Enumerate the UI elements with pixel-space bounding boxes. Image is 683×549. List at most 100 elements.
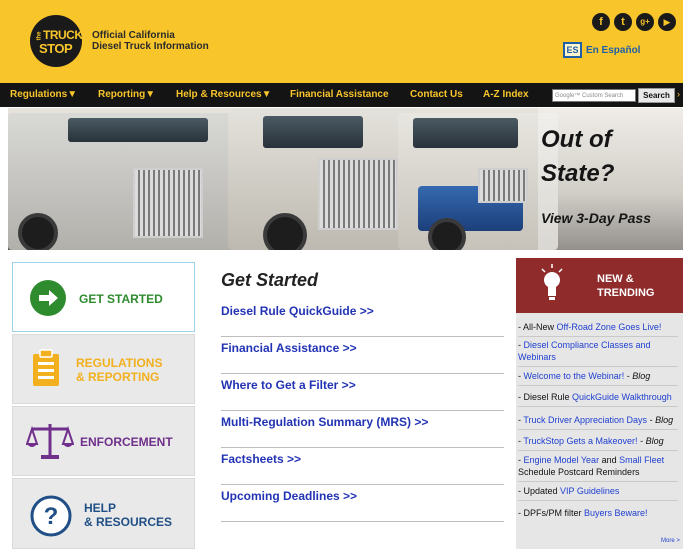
hero-truck-window: [413, 118, 518, 148]
link-label[interactable]: Factsheets >>: [221, 452, 301, 466]
tab-regulations-line1: REGULATIONS: [76, 356, 163, 370]
trending-item-link[interactable]: TruckStop Gets a Makeover!: [523, 436, 637, 446]
hero-truck-wheel: [263, 213, 307, 250]
trending-item-text: - Updated: [518, 486, 561, 496]
link-label[interactable]: Where to Get a Filter >>: [221, 378, 356, 392]
trending-item-tag: Blog: [655, 415, 674, 425]
logo-stop: STOP: [39, 41, 73, 56]
trending-item: - All-New Off-Road Zone Goes Live!: [518, 321, 678, 337]
facebook-icon[interactable]: f: [592, 13, 610, 31]
nav-more-arrow[interactable]: ›: [677, 89, 680, 99]
hero-truck-grille: [318, 158, 398, 230]
nav-help-resources[interactable]: Help & Resources▼: [176, 89, 271, 100]
get-started-title: Get Started: [221, 270, 319, 290]
trending-heading-line1: NEW &: [597, 273, 634, 285]
logo-truck: TRUCK: [43, 28, 83, 42]
logo-the: the: [36, 31, 43, 41]
hero-title-line2: State?: [541, 160, 615, 187]
tab-get-started[interactable]: GET STARTED: [12, 262, 195, 332]
trending-item-link[interactable]: VIP Guidelines: [560, 486, 619, 496]
tab-enforcement-label: ENFORCEMENT: [80, 435, 173, 449]
trending-item-link[interactable]: Truck Driver Appreciation Days: [523, 415, 647, 425]
trending-item-sep: -: [637, 436, 646, 446]
trending-item-link[interactable]: Engine Model Year: [524, 455, 600, 465]
social-links: f t g+ ▶: [592, 13, 676, 31]
link-diesel-quickguide[interactable]: Diesel Rule QuickGuide >>: [221, 300, 504, 337]
lightbulb-icon: [541, 264, 563, 300]
trending-item-text: - All-New: [518, 322, 557, 332]
tab-regulations-label: REGULATIONS & REPORTING: [76, 356, 162, 384]
link-label[interactable]: Upcoming Deadlines >>: [221, 489, 357, 503]
site-header: the TRUCK STOP Official California Diese…: [0, 0, 683, 83]
nav-az-index[interactable]: A-Z Index: [483, 89, 529, 100]
scales-icon: [26, 424, 74, 459]
trending-item-tag: Blog: [632, 371, 651, 381]
youtube-icon[interactable]: ▶: [658, 13, 676, 31]
link-label[interactable]: Financial Assistance >>: [221, 341, 357, 355]
trending-item-link[interactable]: QuickGuide Walkthrough: [572, 392, 672, 402]
trending-heading-line2: TRENDING: [597, 287, 655, 299]
site-tagline: Official California Diesel Truck Informa…: [92, 30, 209, 52]
twitter-icon[interactable]: t: [614, 13, 632, 31]
trending-item-link[interactable]: Welcome to the Webinar!: [524, 371, 625, 381]
hero-title-line1: Out of: [541, 126, 612, 153]
trending-item-sep: -: [647, 415, 656, 425]
trending-item-text: - Diesel Rule: [518, 392, 573, 402]
tab-regulations-line2: & REPORTING: [76, 370, 160, 384]
trending-item: - TruckStop Gets a Makeover! - Blog: [518, 435, 678, 451]
google-plus-icon[interactable]: g+: [636, 13, 654, 31]
link-factsheets[interactable]: Factsheets >>: [221, 448, 504, 485]
tagline-line1: Official California: [92, 30, 175, 41]
hero-truck-wheel: [18, 213, 58, 250]
tab-help-label: HELP & RESOURCES: [84, 501, 172, 529]
search-button[interactable]: Search: [638, 88, 675, 103]
tab-help-line2: & RESOURCES: [84, 515, 173, 529]
nav-reporting[interactable]: Reporting▼: [98, 89, 155, 100]
truckstop-logo[interactable]: the TRUCK STOP: [30, 15, 83, 67]
nav-financial-assistance[interactable]: Financial Assistance: [290, 89, 389, 100]
es-badge-icon: ES: [563, 42, 582, 58]
trending-item-link[interactable]: Buyers Beware!: [584, 508, 648, 518]
trending-item: - Updated VIP Guidelines: [518, 485, 678, 501]
espanol-label: En Español: [586, 44, 641, 56]
trending-item-text: Schedule Postcard Reminders: [518, 467, 640, 477]
link-financial-assistance[interactable]: Financial Assistance >>: [221, 337, 504, 374]
link-upcoming-deadlines[interactable]: Upcoming Deadlines >>: [221, 485, 504, 522]
search-input[interactable]: Google™ Custom Search: [552, 89, 636, 102]
arrow-right-icon: [30, 280, 66, 316]
trending-item-link[interactable]: Diesel Compliance Classes and Webinars: [518, 340, 651, 362]
trending-item-text: - DPFs/PM filter: [518, 508, 585, 518]
nav-contact-us[interactable]: Contact Us: [410, 89, 463, 100]
trending-item: - Truck Driver Appreciation Days - Blog: [518, 414, 678, 430]
trending-item: - Welcome to the Webinar! - Blog: [518, 370, 678, 386]
link-label[interactable]: Diesel Rule QuickGuide >>: [221, 304, 374, 318]
link-label[interactable]: Multi-Regulation Summary (MRS) >>: [221, 415, 428, 429]
tab-regulations-reporting[interactable]: REGULATIONS & REPORTING: [12, 334, 195, 404]
hero-truck-grille: [478, 168, 528, 203]
trending-item: - Diesel Rule QuickGuide Walkthrough: [518, 391, 678, 407]
tab-help-resources[interactable]: ? HELP & RESOURCES: [12, 478, 195, 549]
trending-item-link[interactable]: Small Fleet: [619, 455, 664, 465]
trending-more-link[interactable]: More >: [661, 538, 680, 544]
hero-truck-grille: [133, 168, 203, 238]
hero-cta-link[interactable]: View 3-Day Pass: [541, 210, 651, 226]
trending-item: - Engine Model Year and Small Fleet Sche…: [518, 454, 678, 482]
link-where-filter[interactable]: Where to Get a Filter >>: [221, 374, 504, 411]
tab-enforcement[interactable]: ENFORCEMENT: [12, 406, 195, 476]
trending-item-sep: and: [599, 455, 620, 465]
link-mrs[interactable]: Multi-Regulation Summary (MRS) >>: [221, 411, 504, 448]
svg-text:?: ?: [44, 503, 59, 530]
tab-get-started-label: GET STARTED: [79, 292, 163, 306]
tagline-line2: Diesel Truck Information: [92, 41, 209, 52]
trending-item-link[interactable]: Off-Road Zone Goes Live!: [557, 322, 662, 332]
clipboard-icon: [33, 349, 59, 386]
nav-regulations[interactable]: Regulations▼: [10, 89, 77, 100]
trending-item: - Diesel Compliance Classes and Webinars: [518, 339, 678, 367]
trending-item-tag: Blog: [645, 436, 664, 446]
tab-help-line1: HELP: [84, 501, 117, 515]
page: the TRUCK STOP Official California Diese…: [0, 0, 683, 549]
hero-truck-window: [68, 118, 208, 142]
trending-item: - DPFs/PM filter Buyers Beware!: [518, 507, 678, 523]
espanol-link[interactable]: ES En Español: [563, 42, 640, 58]
question-icon: ?: [30, 495, 72, 537]
